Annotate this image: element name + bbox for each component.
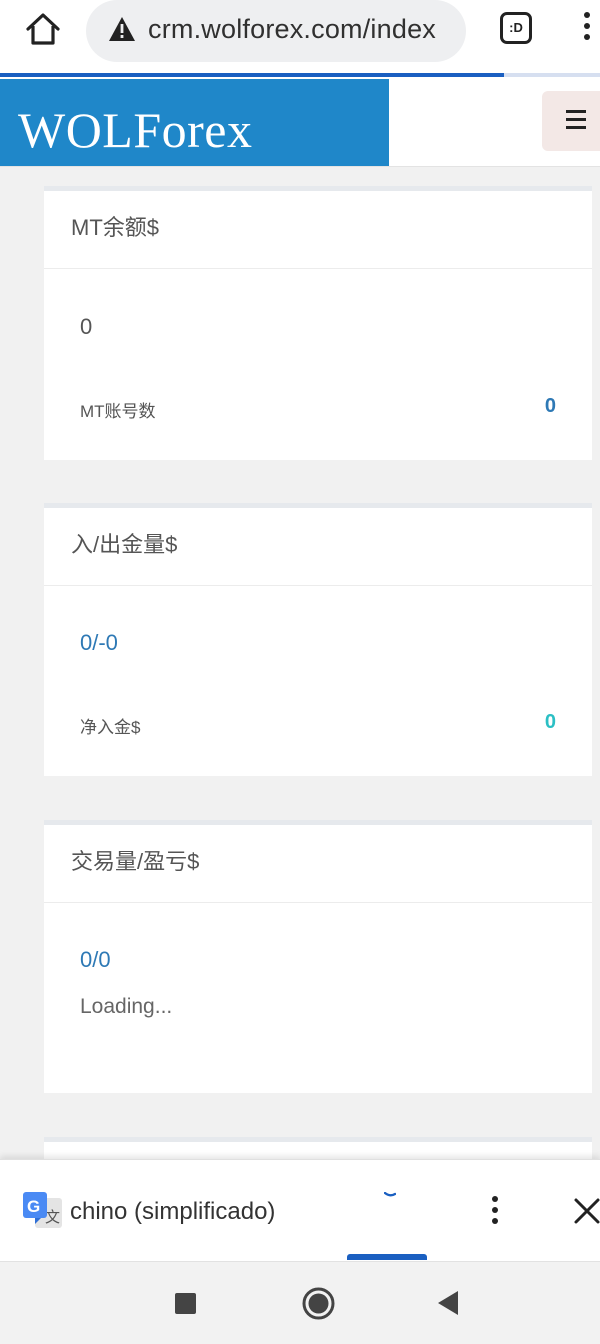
card-mt-balance: MT余额$ 0 MT账号数 0 <box>44 186 592 460</box>
card-header: MT余额$ <box>44 191 592 269</box>
trading-volume-value: 0/0 <box>80 947 111 972</box>
site-header: WOLForex <box>0 77 600 167</box>
svg-text:G: G <box>27 1197 40 1216</box>
url-text: crm.wolforex.com/index <box>148 14 436 44</box>
back-icon[interactable] <box>436 1289 460 1317</box>
svg-text:文: 文 <box>45 1208 60 1226</box>
recent-apps-icon[interactable] <box>175 1293 196 1314</box>
card-header: 交易量/盈亏$ <box>44 825 592 903</box>
language-tab-indicator <box>347 1254 427 1260</box>
net-deposit-value: 0 <box>544 711 556 733</box>
loading-text: Loading... <box>80 995 173 1018</box>
card-title: MT余额$ <box>71 215 160 240</box>
android-home-icon[interactable] <box>302 1287 335 1320</box>
browser-toolbar: crm.wolforex.com/index :D <box>0 0 600 74</box>
more-vert-icon[interactable] <box>578 12 596 46</box>
home-icon[interactable] <box>24 10 62 48</box>
google-translate-icon: 文 G <box>22 1192 64 1232</box>
card-title: 交易量/盈亏$ <box>71 849 200 874</box>
loading-spinner-icon <box>384 1192 396 1197</box>
mt-balance-value: 0 <box>80 314 93 339</box>
card-header: 入/出金量$ <box>44 508 592 586</box>
translate-language-label[interactable]: chino (simplificado) <box>70 1198 275 1226</box>
address-bar[interactable]: crm.wolforex.com/index <box>86 0 466 62</box>
system-nav-bar <box>0 1261 600 1344</box>
card-deposit-withdrawal: 入/出金量$ 0/-0 净入金$ 0 <box>44 503 592 776</box>
translate-bar: 文 G chino (simplificado) <box>0 1159 600 1261</box>
logo-text: WOLForex <box>18 102 253 158</box>
tab-switcher-icon[interactable]: :D <box>500 12 532 44</box>
close-icon[interactable] <box>572 1196 600 1226</box>
card-title: 入/出金量$ <box>71 532 178 557</box>
site-logo[interactable]: WOLForex <box>0 79 389 166</box>
net-deposit-label: 净入金$ <box>80 718 141 737</box>
mt-account-count-label: MT账号数 <box>80 402 156 421</box>
menu-icon[interactable] <box>542 91 600 151</box>
deposit-withdrawal-value: 0/-0 <box>80 630 118 655</box>
more-vert-icon[interactable] <box>488 1196 502 1228</box>
mt-account-count-value: 0 <box>544 395 556 417</box>
warning-icon <box>108 16 136 42</box>
card-trading-volume: 交易量/盈亏$ 0/0 Loading... <box>44 820 592 1093</box>
